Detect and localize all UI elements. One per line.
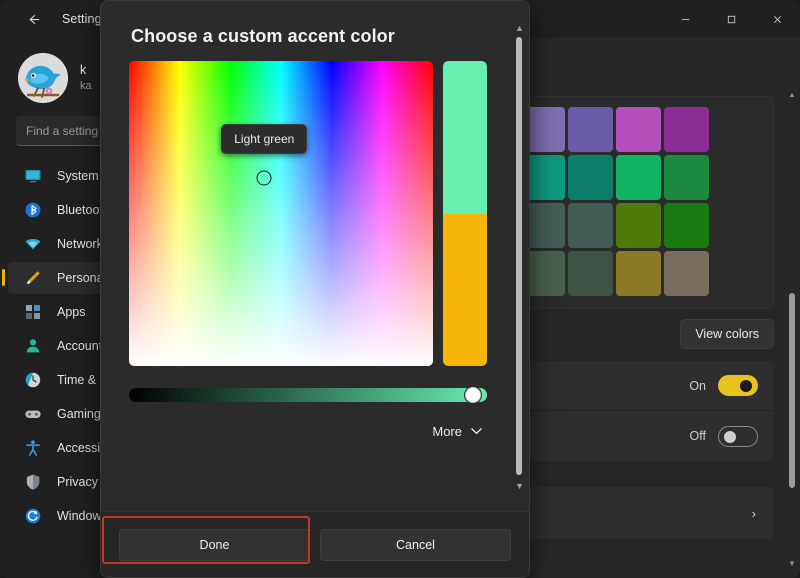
shield-icon	[22, 473, 44, 491]
toggle-state-label: Off	[689, 429, 706, 443]
close-icon	[773, 15, 781, 23]
bluetooth-icon	[25, 202, 41, 218]
toggle-knob	[740, 380, 752, 392]
more-toggle[interactable]: More	[101, 424, 483, 439]
avatar	[18, 53, 68, 103]
sidebar-item-label: Time &	[57, 373, 97, 387]
scrollbar-thumb[interactable]	[789, 293, 795, 488]
brightness-slider[interactable]	[129, 387, 487, 403]
sidebar-item-label: System	[57, 169, 99, 183]
accessibility-icon	[22, 439, 44, 457]
wifi-icon	[22, 235, 44, 253]
color-swatch[interactable]	[616, 155, 661, 200]
dialog-title: Choose a custom accent color	[131, 26, 395, 46]
gamepad-icon	[22, 405, 44, 423]
color-preview-column	[443, 61, 487, 366]
maximize-icon	[727, 15, 735, 23]
person-icon	[22, 337, 44, 355]
bluetooth-icon	[22, 201, 44, 219]
monitor-icon	[22, 167, 44, 185]
chevron-down-icon	[470, 426, 483, 438]
chevron-right-icon: ›	[751, 505, 756, 521]
custom-accent-color-dialog: Choose a custom accent color Light green…	[100, 0, 530, 578]
content-scrollbar[interactable]: ▲ ▼	[788, 90, 796, 568]
color-swatch[interactable]	[568, 251, 613, 296]
refresh-icon	[25, 508, 41, 524]
lightness-gradient-layer	[129, 61, 433, 366]
sidebar-item-label: Privacy	[57, 475, 98, 489]
apps-grid-icon	[22, 303, 44, 321]
saturation-value-field[interactable]: Light green	[129, 61, 433, 366]
color-swatch[interactable]	[568, 203, 613, 248]
toggle-switch[interactable]	[718, 375, 758, 396]
sidebar-item-label: Network	[57, 237, 103, 251]
cancel-button[interactable]: Cancel	[320, 528, 511, 561]
clock-icon	[25, 372, 41, 388]
color-swatch[interactable]	[568, 107, 613, 152]
color-picker-cursor[interactable]	[256, 170, 272, 186]
color-swatch[interactable]	[664, 107, 709, 152]
paintbrush-icon	[26, 271, 40, 285]
gamepad-icon	[25, 410, 41, 418]
clock-icon	[22, 371, 44, 389]
dialog-scroll-down-arrow-icon[interactable]: ▼	[515, 481, 524, 491]
refresh-icon	[22, 507, 44, 525]
toggle-switch[interactable]	[718, 425, 758, 447]
close-button[interactable]	[754, 0, 800, 38]
dialog-scrollbar-thumb[interactable]	[516, 37, 522, 475]
brightness-slider-knob[interactable]	[464, 387, 481, 403]
shield-icon	[26, 474, 40, 490]
bird-avatar-icon	[18, 53, 68, 103]
paintbrush-icon	[22, 269, 44, 287]
minimize-icon	[681, 18, 689, 20]
maximize-button[interactable]	[708, 0, 754, 38]
monitor-icon	[25, 170, 41, 183]
minimize-button[interactable]	[662, 0, 708, 38]
profile-text: k ka	[80, 62, 92, 94]
back-button[interactable]	[16, 4, 50, 34]
accessibility-icon	[26, 440, 40, 456]
scroll-up-arrow-icon[interactable]: ▲	[788, 90, 796, 99]
sidebar-item-label: Apps	[57, 305, 86, 319]
dialog-footer: Done Cancel	[101, 511, 529, 577]
done-button[interactable]: Done	[119, 528, 310, 561]
apps-grid-icon	[26, 305, 40, 319]
preview-current-color	[443, 213, 487, 366]
color-swatch[interactable]	[664, 203, 709, 248]
profile-name: k	[80, 63, 87, 78]
color-picker-area: Light green	[129, 61, 529, 366]
search-placeholder: Find a setting	[26, 123, 99, 138]
toggle-knob	[724, 430, 736, 443]
color-swatch[interactable]	[664, 251, 709, 296]
back-arrow-icon	[28, 14, 39, 24]
color-swatch[interactable]	[616, 107, 661, 152]
view-colors-button[interactable]: View colors	[680, 319, 774, 349]
more-label: More	[432, 424, 462, 439]
color-name-tooltip: Light green	[221, 124, 308, 155]
color-swatch[interactable]	[616, 251, 661, 296]
color-swatch[interactable]	[664, 155, 709, 200]
preview-new-color	[443, 61, 487, 214]
caption-buttons	[662, 0, 800, 38]
scroll-down-arrow-icon[interactable]: ▼	[788, 559, 796, 568]
sidebar-item-label: Gaming	[57, 407, 101, 421]
dialog-scrollbar[interactable]: ▲ ▼	[515, 23, 524, 491]
color-swatch[interactable]	[616, 203, 661, 248]
person-icon	[26, 339, 40, 353]
toggle-state-label: On	[689, 378, 706, 393]
dialog-scroll-up-arrow-icon[interactable]: ▲	[515, 23, 524, 33]
color-swatch[interactable]	[568, 155, 613, 200]
wifi-icon	[25, 239, 41, 250]
profile-email: ka	[80, 80, 92, 93]
